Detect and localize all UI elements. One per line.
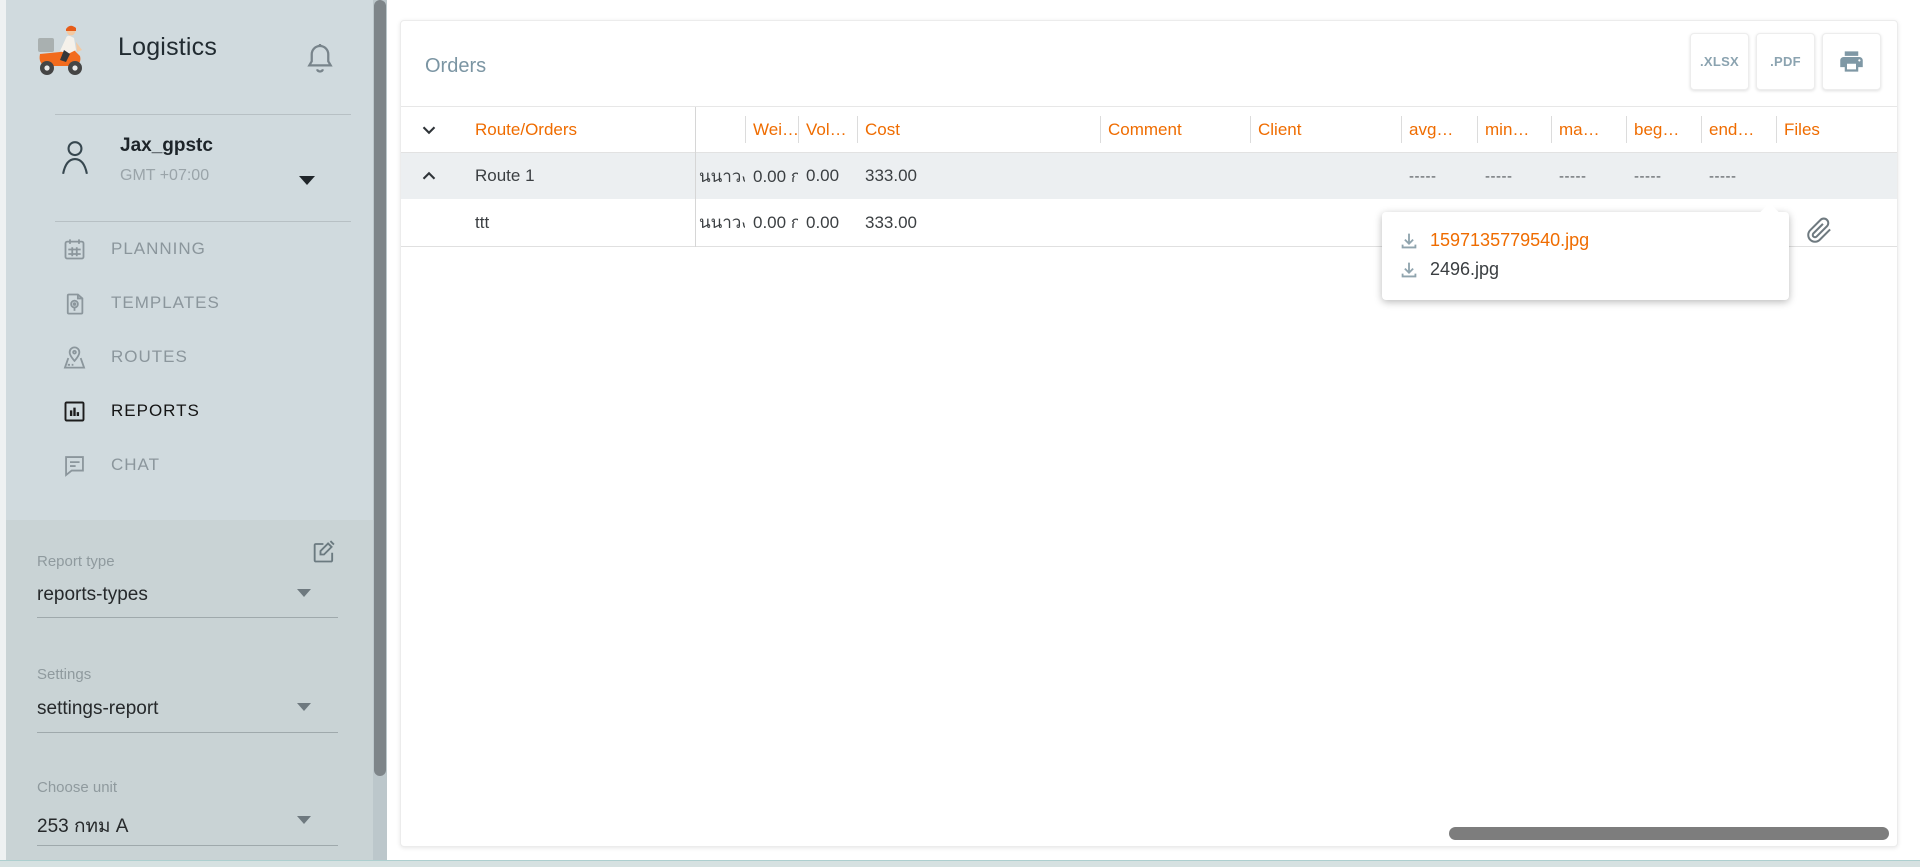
column-header-min[interactable]: min…	[1477, 107, 1551, 152]
choose-unit-label: Choose unit	[37, 779, 117, 796]
column-header-files[interactable]: Files	[1776, 107, 1899, 152]
app-title: Logistics	[118, 33, 217, 62]
sidebar-item-planning[interactable]: PLANNING	[12, 222, 379, 276]
cell-volume: 0.00	[798, 153, 857, 199]
cell-end: -----	[1701, 153, 1776, 199]
cell-files	[1776, 199, 1899, 246]
column-header-volume[interactable]: Vol…	[798, 107, 857, 152]
cell-comment	[1100, 199, 1250, 246]
scooter-logo-icon	[30, 20, 90, 80]
orders-table-header: Route/Orders Wei… Vol… Cost Comment Clie…	[401, 107, 1897, 153]
column-header-route-orders[interactable]: Route/Orders	[456, 107, 695, 152]
logistics-app: Logistics Jax_gpstc GMT +07:00	[0, 0, 1920, 867]
sidebar: Logistics Jax_gpstc GMT +07:00	[6, 0, 373, 520]
sidebar-item-label: CHAT	[111, 455, 160, 475]
sidebar-item-templates[interactable]: TEMPLATES	[12, 276, 379, 330]
collapse-all-chevron-icon[interactable]	[401, 107, 456, 152]
divider	[37, 617, 338, 618]
cell-client	[1250, 199, 1401, 246]
cell-comment	[1100, 153, 1250, 199]
vertical-scrollbar[interactable]	[373, 0, 387, 867]
sidebar-item-label: PLANNING	[111, 239, 206, 259]
sidebar-item-routes[interactable]: ROUTES	[12, 330, 379, 384]
frozen-column-divider	[695, 107, 696, 247]
download-icon	[1398, 259, 1420, 281]
map-pin-icon	[61, 344, 88, 371]
table-row-route-1[interactable]: Route 1 นนาวงประชาพั… 0.00 ก 0.00 333.00…	[401, 153, 1897, 199]
column-header-cost[interactable]: Cost	[857, 107, 1100, 152]
file-download-link[interactable]: 1597135779540.jpg	[1398, 226, 1789, 255]
export-xlsx-button[interactable]: .XLSX	[1690, 33, 1749, 90]
user-name: Jax_gpstc	[120, 135, 213, 157]
sidebar-item-reports[interactable]: REPORTS	[12, 384, 379, 438]
file-name: 1597135779540.jpg	[1430, 230, 1589, 251]
files-popup: 1597135779540.jpg 2496.jpg	[1382, 212, 1789, 300]
user-avatar-icon	[58, 136, 92, 178]
settings-caret-icon[interactable]	[297, 703, 311, 711]
calendar-icon	[61, 236, 88, 263]
report-type-caret-icon[interactable]	[297, 589, 311, 597]
divider	[37, 845, 338, 846]
column-header-weight[interactable]: Wei…	[745, 107, 798, 152]
notifications-bell-icon[interactable]	[304, 38, 336, 78]
report-type-select[interactable]: reports-types	[37, 584, 292, 606]
column-header-begin[interactable]: beg…	[1626, 107, 1701, 152]
column-header-end[interactable]: end…	[1701, 107, 1776, 152]
settings-label: Settings	[37, 666, 91, 683]
page-title: Orders	[425, 55, 486, 78]
print-button[interactable]	[1822, 33, 1881, 90]
choose-unit-select[interactable]: 253 กทม A	[37, 811, 292, 841]
user-menu-caret-icon[interactable]	[299, 176, 315, 185]
sidebar-item-label: REPORTS	[111, 401, 200, 421]
horizontal-scrollbar-thumb[interactable]	[1449, 827, 1889, 840]
template-document-icon	[61, 290, 88, 317]
cell-files	[1776, 153, 1899, 199]
choose-unit-caret-icon[interactable]	[297, 816, 311, 824]
settings-select[interactable]: settings-report	[37, 698, 292, 720]
export-toolbar: .XLSX .PDF	[1690, 33, 1881, 90]
bottom-page-strip	[0, 860, 1920, 867]
sidebar-nav: PLANNING TEMPLATES	[12, 222, 379, 492]
cell-address: นนาวงประชาพั…	[695, 199, 745, 246]
user-timezone: GMT +07:00	[120, 167, 209, 185]
cell-max: -----	[1551, 153, 1626, 199]
column-header-max[interactable]: ma…	[1551, 107, 1626, 152]
cell-cost: 333.00	[857, 199, 1100, 246]
export-pdf-button[interactable]: .PDF	[1756, 33, 1815, 90]
cell-order-name: ttt	[456, 199, 695, 246]
sidebar-item-label: TEMPLATES	[111, 293, 220, 313]
column-header-avg[interactable]: avg…	[1401, 107, 1477, 152]
download-icon	[1398, 230, 1420, 252]
cell-weight: 0.00 ก	[745, 153, 798, 199]
chat-bubble-icon	[61, 452, 88, 479]
attachment-paperclip-icon[interactable]	[1806, 217, 1833, 244]
vertical-scrollbar-thumb[interactable]	[374, 0, 386, 776]
cell-avg: -----	[1401, 153, 1477, 199]
orders-panel-header: Orders .XLSX .PDF	[401, 21, 1897, 107]
collapse-route-chevron-icon[interactable]	[401, 153, 456, 199]
orders-panel: Orders .XLSX .PDF Route/Orders	[400, 20, 1898, 847]
cell-min: -----	[1477, 153, 1551, 199]
report-type-label: Report type	[37, 553, 115, 570]
file-name: 2496.jpg	[1430, 259, 1499, 280]
printer-icon	[1838, 48, 1865, 75]
divider	[55, 114, 351, 115]
sidebar-item-label: ROUTES	[111, 347, 188, 367]
column-header-client[interactable]: Client	[1250, 107, 1401, 152]
cell-weight: 0.00 ก	[745, 199, 798, 246]
bar-chart-icon	[61, 398, 88, 425]
file-download-link[interactable]: 2496.jpg	[1398, 255, 1789, 284]
cell-route-name: Route 1	[456, 153, 695, 199]
column-header-comment[interactable]: Comment	[1100, 107, 1250, 152]
cell-cost: 333.00	[857, 153, 1100, 199]
cell-client	[1250, 153, 1401, 199]
edit-report-icon[interactable]	[310, 537, 338, 565]
cell-begin: -----	[1626, 153, 1701, 199]
cell-expander	[401, 199, 456, 246]
column-header-address[interactable]	[695, 107, 745, 152]
cell-address: นนาวงประชาพั…	[695, 153, 745, 199]
divider	[37, 732, 338, 733]
sidebar-item-chat[interactable]: CHAT	[12, 438, 379, 492]
cell-volume: 0.00	[798, 199, 857, 246]
